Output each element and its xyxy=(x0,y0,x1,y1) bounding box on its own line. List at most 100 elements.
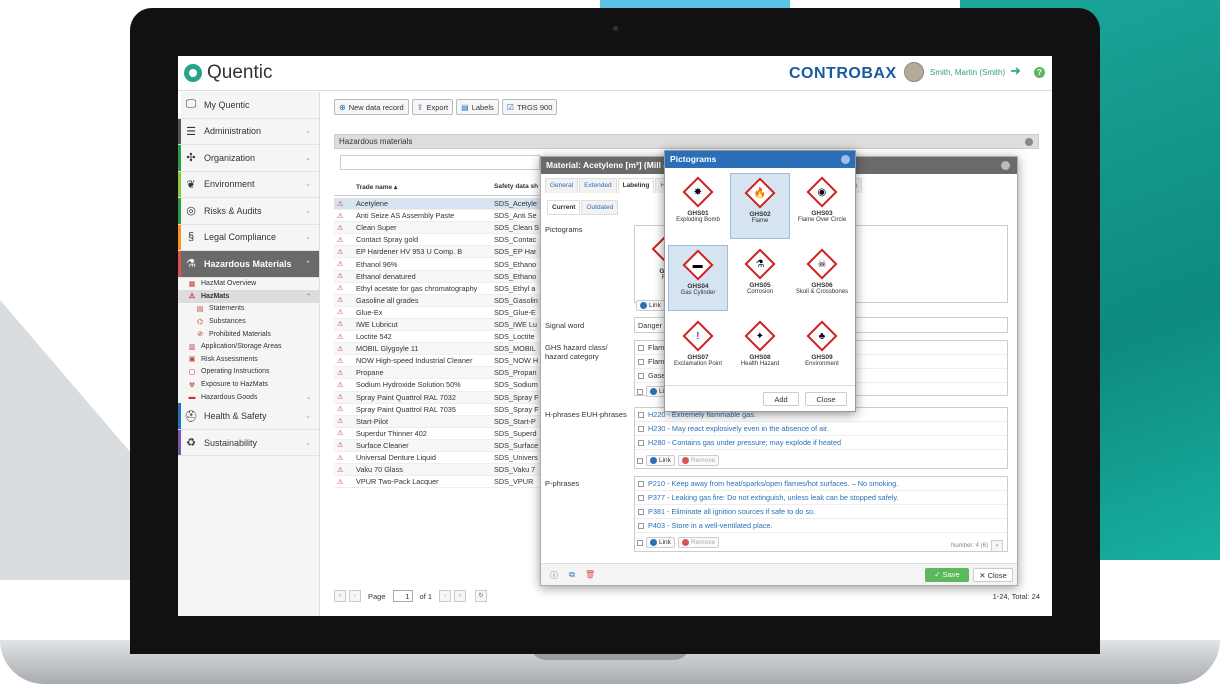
p-select-all-checkbox[interactable] xyxy=(637,539,643,546)
tab-extended[interactable]: Extended xyxy=(579,178,617,193)
info-icon[interactable]: ⓘ xyxy=(549,570,559,580)
p-phrase-checkbox[interactable] xyxy=(638,480,644,487)
copy-icon[interactable]: ⧉ xyxy=(567,570,577,580)
close-button[interactable]: ✕ Close xyxy=(973,568,1013,582)
sidebar-item-hazardous-materials[interactable]: ⚗ Hazardous Materials ⌃ xyxy=(178,251,319,278)
subtab-current[interactable]: Current xyxy=(547,200,581,215)
sidebar-subitem-substances[interactable]: ⌬ Substances xyxy=(178,315,319,328)
sidebar-subitem-exposure-to-hazmats[interactable]: ☢ Exposure to HazMats xyxy=(178,378,319,391)
pictograms-link-button[interactable]: Link xyxy=(636,300,665,311)
sidebar-item-administration[interactable]: ☰ Administration ⌄ xyxy=(178,118,319,145)
add-button[interactable]: Add xyxy=(763,392,799,406)
p-phrase-checkbox[interactable] xyxy=(638,494,644,501)
sidebar-subitem-prohibited-materials[interactable]: ⊘ Prohibited Materials xyxy=(178,328,319,341)
table-row[interactable]: ⚠ NOW High-speed Industrial Cleaner SDS_NO… xyxy=(334,355,544,368)
sidebar-item-legal-compliance[interactable]: § Legal Compliance ⌄ xyxy=(178,224,319,251)
sidebar-subitem-application-storage-areas[interactable]: ▥ Application/Storage Areas xyxy=(178,340,319,353)
dialog-close-icon[interactable] xyxy=(1001,161,1010,170)
pictograms-close-icon[interactable] xyxy=(841,155,850,164)
trgs-button[interactable]: ☑ TRGS 900 xyxy=(501,99,558,115)
sds-header[interactable]: Safety data sh xyxy=(494,183,542,190)
user-name[interactable]: Smith, Martin (Smith) xyxy=(930,68,1005,77)
sidebar-subitem-operating-instructions[interactable]: ▢ Operating Instructions xyxy=(178,366,319,379)
table-row[interactable]: ⚠ Sodium Hydroxide Solution 50% SDS_Sodium xyxy=(334,379,544,392)
table-row[interactable]: ⚠ Anti Seize AS Assembly Paste SDS_Anti Se xyxy=(334,210,544,223)
h-remove-button[interactable]: Remove xyxy=(677,455,720,466)
tab-labeling[interactable]: Labeling xyxy=(617,178,655,193)
prev-page-button[interactable]: ‹ xyxy=(349,590,361,602)
sidebar-item-my-quentic[interactable]: 🖵 My Quentic xyxy=(178,92,319,119)
sidebar-subitem-hazardous-goods[interactable]: ▬ Hazardous Goods ⌄ xyxy=(178,391,319,404)
p-phrase-line[interactable]: P377 - Leaking gas fire: Do not extingui… xyxy=(635,491,1007,505)
delete-icon[interactable]: 🗑 xyxy=(585,570,595,580)
h-phrase-checkbox[interactable] xyxy=(638,439,644,446)
table-row[interactable]: ⚠ Glue-Ex SDS_Glue-E xyxy=(334,307,544,319)
pictogram-option-ghs07[interactable]: ! GHS07 Exclamation Point xyxy=(668,317,728,383)
table-row[interactable]: ⚠ Ethyl acetate for gas chromatography SDS… xyxy=(334,283,544,295)
sidebar-item-environment[interactable]: ❦ Environment ⌄ xyxy=(178,171,319,198)
sidebar-item-risks-audits[interactable]: ◎ Risks & Audits ⌄ xyxy=(178,198,319,225)
h-select-all-checkbox[interactable] xyxy=(637,457,643,464)
table-row[interactable]: ⚠ VPUR Two-Pack Lacquer SDS_VPUR xyxy=(334,476,544,489)
pictogram-option-ghs01[interactable]: ✸ GHS01 Exploding Bomb xyxy=(668,173,728,239)
sidebar-subitem-hazmats[interactable]: ⚠ HazMats ⌃ xyxy=(178,290,319,303)
p-remove-button[interactable]: Remove xyxy=(677,537,720,548)
table-row[interactable]: ⚠ Spray Paint Quattrol RAL 7035 SDS_Spray … xyxy=(334,404,544,416)
page-input[interactable]: 1 xyxy=(392,590,413,602)
pictogram-option-ghs03[interactable]: ◉ GHS03 Flame Over Circle xyxy=(792,173,852,239)
table-row[interactable]: ⚠ Superdur Thinner 402 SDS_Superd xyxy=(334,428,544,440)
table-row[interactable]: ⚠ Universal Denture Liquid SDS_Univers xyxy=(334,452,544,465)
table-row[interactable]: ⚠ Ethanol 96% SDS_Ethano xyxy=(334,258,544,271)
pictograms-close-button[interactable]: Close xyxy=(805,392,847,406)
logout-icon[interactable]: ➜ xyxy=(1010,63,1021,79)
pictogram-option-ghs09[interactable]: ♣ GHS09 Environment xyxy=(792,317,852,383)
first-page-button[interactable]: « xyxy=(334,590,346,602)
pictogram-option-ghs04[interactable]: ▬ GHS04 Gas Cylinder xyxy=(668,245,728,311)
refresh-icon[interactable]: ↻ xyxy=(475,590,488,602)
h-phrase-checkbox[interactable] xyxy=(638,411,644,418)
table-row[interactable]: ⚠ Acetylene SDS_Acetyle xyxy=(334,198,544,211)
table-row[interactable]: ⚠ Ethanol denatured SDS_Ethano xyxy=(334,270,544,283)
labels-button[interactable]: ▤ Labels xyxy=(456,99,499,115)
ghs-checkbox[interactable] xyxy=(638,358,644,365)
ghs-checkbox[interactable] xyxy=(638,344,644,351)
table-row[interactable]: ⚠ Start-Pilot SDS_Start-P xyxy=(334,415,544,428)
subtab-outdated[interactable]: Outdated xyxy=(581,200,619,215)
pictogram-option-ghs05[interactable]: ⚗ GHS05 Corrosion xyxy=(730,245,790,311)
sidebar-item-health-safety[interactable]: ⛑ Health & Safety ⌄ xyxy=(178,403,319,430)
h-phrase-line[interactable]: H280 - Contains gas under pressure; may … xyxy=(635,436,1007,450)
p-link-button[interactable]: Link xyxy=(646,537,675,548)
p-phrase-line[interactable]: P381 - Eliminate all ignition sources if… xyxy=(635,505,1007,519)
table-row[interactable]: ⚠ Contact Spray gold SDS_Contac xyxy=(334,234,544,247)
p-phrase-checkbox[interactable] xyxy=(638,508,644,515)
p-next-page-button[interactable]: › xyxy=(991,540,1003,552)
table-row[interactable]: ⚠ Clean Super SDS_Clean S xyxy=(334,222,544,235)
table-row[interactable]: ⚠ Spray Paint Quattrol RAL 7032 SDS_Spray … xyxy=(334,391,544,404)
table-row[interactable]: ⚠ Loctite 542 SDS_Loctite xyxy=(334,331,544,344)
table-row[interactable]: ⚠ MOBIL Glygoyle 11 SDS_MOBIL xyxy=(334,343,544,356)
filter-input[interactable] xyxy=(340,155,540,170)
table-row[interactable]: ⚠ IWE Lubricut SDS_IWE Lu xyxy=(334,318,544,332)
new-record-button[interactable]: ⊕ New data record xyxy=(334,99,409,115)
h-phrase-line[interactable]: H230 - May react explosively even in the… xyxy=(635,422,1007,436)
sidebar-subitem-statements[interactable]: ▤ Statements xyxy=(178,303,319,316)
panel-collapse-icon[interactable] xyxy=(1025,138,1033,146)
last-page-button[interactable]: » xyxy=(454,590,467,602)
table-row[interactable]: ⚠ Surface Cleaner SDS_Surface xyxy=(334,439,544,452)
table-row[interactable]: ⚠ Vaku 70 Glass SDS_Vaku 7 xyxy=(334,464,544,477)
pictogram-option-ghs06[interactable]: ☠ GHS06 Skull & Crossbones xyxy=(792,245,852,311)
next-page-button[interactable]: › xyxy=(439,590,452,602)
table-row[interactable]: ⚠ Propane SDS_Propan xyxy=(334,367,544,380)
h-phrase-checkbox[interactable] xyxy=(638,425,644,432)
tab-general[interactable]: General xyxy=(545,178,579,193)
ghs-checkbox[interactable] xyxy=(638,372,644,379)
sidebar-subitem-hazmat-overview[interactable]: ▦ HazMat Overview xyxy=(178,278,319,291)
h-link-button[interactable]: Link xyxy=(646,455,675,466)
export-button[interactable]: ⇪ Export xyxy=(411,99,454,115)
table-row[interactable]: ⚠ EP Hardener HV 953 U Comp. B SDS_EP Har xyxy=(334,246,544,259)
quentic-logo[interactable]: Quentic xyxy=(184,62,272,84)
pictogram-option-ghs08[interactable]: ✦ GHS08 Health Hazard xyxy=(730,317,790,383)
table-row[interactable]: ⚠ Gasoline all grades SDS_Gasolin xyxy=(334,294,544,307)
p-phrase-line[interactable]: P403 - Store in a well-ventilated place. xyxy=(635,519,1007,533)
sidebar-item-sustainability[interactable]: ♻ Sustainability ⌄ xyxy=(178,429,319,457)
